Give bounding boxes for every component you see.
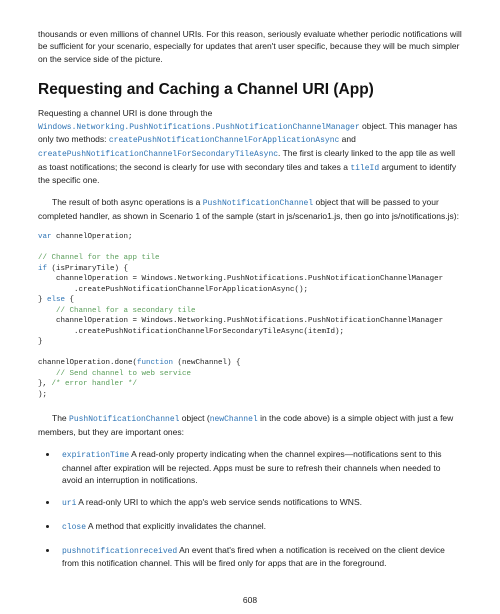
code-text: (isPrimaryTile) { — [47, 265, 128, 273]
code-text: .createPushNotificationChannelForApplica… — [38, 286, 308, 294]
code-text: } — [38, 338, 43, 346]
code-text: { — [65, 296, 74, 304]
code-keyword: if — [38, 265, 47, 273]
code-class-ref: PushNotificationChannel — [203, 199, 313, 208]
code-member-ref: expirationTime — [62, 451, 129, 460]
code-keyword: var — [38, 233, 52, 241]
code-text: channelOperation.done( — [38, 359, 137, 367]
page-number: 608 — [38, 594, 462, 606]
text: and — [339, 134, 356, 144]
code-member-ref: uri — [62, 499, 76, 508]
code-comment: // Channel for a secondary tile — [38, 307, 196, 315]
paragraph-3: The PushNotificationChannel object (newC… — [38, 412, 462, 438]
code-text: channelOperation; — [52, 233, 133, 241]
intro-paragraph: thousands or even millions of channel UR… — [38, 28, 462, 65]
list-item: close A method that explicitly invalidat… — [58, 520, 462, 534]
code-member-ref: close — [62, 523, 86, 532]
section-heading: Requesting and Caching a Channel URI (Ap… — [38, 79, 462, 101]
code-keyword: else — [47, 296, 65, 304]
text: A read-only URI to which the app's web s… — [76, 497, 362, 507]
code-class-ref: PushNotificationChannel — [69, 415, 179, 424]
code-arg-ref: tileId — [350, 164, 379, 173]
text: The — [52, 413, 69, 423]
code-comment: // Send channel to web service — [38, 370, 191, 378]
bullet-list: expirationTime A read-only property indi… — [38, 448, 462, 569]
code-text: }, — [38, 380, 52, 388]
code-method-ref: createPushNotificationChannelForSecondar… — [38, 150, 278, 159]
code-text: } — [38, 296, 47, 304]
text: A method that explicitly invalidates the… — [86, 521, 266, 531]
text: Requesting a channel URI is done through… — [38, 108, 212, 118]
code-text: channelOperation = Windows.Networking.Pu… — [38, 275, 443, 283]
code-text: ); — [38, 391, 47, 399]
code-method-ref: createPushNotificationChannelForApplicat… — [109, 136, 339, 145]
code-text: (newChannel) { — [173, 359, 241, 367]
paragraph-2: The result of both async operations is a… — [38, 196, 462, 222]
code-text: channelOperation = Windows.Networking.Pu… — [38, 317, 443, 325]
text: The result of both async operations is a — [52, 197, 203, 207]
code-var-ref: newChannel — [210, 415, 258, 424]
list-item: uri A read-only URI to which the app's w… — [58, 496, 462, 510]
code-block: var channelOperation; // Channel for the… — [38, 232, 462, 400]
code-member-ref: pushnotificationreceived — [62, 547, 177, 556]
code-keyword: function — [137, 359, 173, 367]
text: object ( — [179, 413, 209, 423]
code-text: .createPushNotificationChannelForSeconda… — [38, 328, 344, 336]
list-item: pushnotificationreceived An event that's… — [58, 544, 462, 570]
code-comment: /* error handler */ — [52, 380, 138, 388]
paragraph-1: Requesting a channel URI is done through… — [38, 107, 462, 186]
code-class-ref: Windows.Networking.PushNotifications.Pus… — [38, 123, 360, 132]
code-comment: // Channel for the app tile — [38, 254, 160, 262]
list-item: expirationTime A read-only property indi… — [58, 448, 462, 486]
